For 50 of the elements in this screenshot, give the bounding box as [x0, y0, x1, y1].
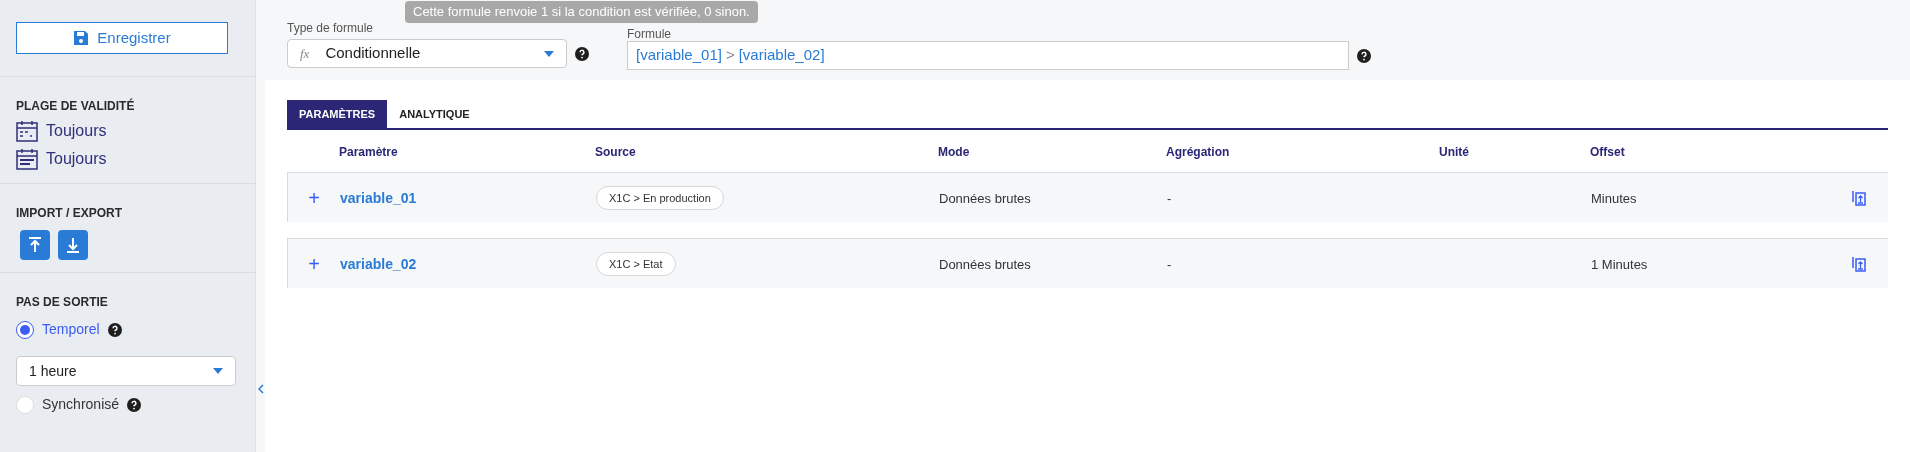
section-title: PLAGE DE VALIDITÉ — [16, 97, 136, 115]
help-icon[interactable] — [127, 397, 142, 412]
column-header: Paramètre — [339, 145, 398, 159]
column-header: Source — [595, 145, 636, 159]
copy-icon[interactable] — [1852, 189, 1866, 206]
calendar-icon — [16, 120, 38, 142]
table-cell: - — [1167, 190, 1172, 206]
table-cell: 1 Minutes — [1591, 256, 1648, 272]
source-tag: X1C > Etat — [596, 251, 676, 277]
tab[interactable]: PARAMÈTRES — [287, 100, 388, 128]
column-header: Agrégation — [1166, 145, 1230, 159]
caret-icon — [213, 368, 223, 374]
table-cell: Données brutes — [939, 256, 1031, 272]
download-icon — [66, 237, 80, 253]
radio-button[interactable] — [16, 320, 34, 339]
tab[interactable]: ANALYTIQUE — [387, 100, 482, 128]
import-button[interactable] — [20, 230, 50, 260]
expand-button[interactable]: + — [288, 182, 340, 213]
expand-button[interactable]: + — [288, 248, 340, 279]
table-cell: Minutes — [1591, 190, 1637, 206]
help-icon[interactable] — [107, 322, 122, 337]
section-title: PAS DE SORTIE — [16, 294, 109, 311]
copy-icon[interactable] — [1852, 255, 1866, 272]
tooltip: Cette formule renvoie 1 si la condition est vérifiée, 0 sinon. — [405, 1, 758, 23]
parameter-name[interactable]: variable_01 — [340, 189, 417, 206]
section-title: IMPORT / EXPORT — [16, 205, 123, 222]
interval-select[interactable]: 1 heure — [16, 356, 236, 386]
column-header: Unité — [1439, 145, 1469, 159]
table-cell: Données brutes — [939, 190, 1031, 206]
collapse-icon[interactable] — [257, 384, 264, 394]
help-icon[interactable] — [575, 46, 589, 61]
export-button[interactable] — [58, 230, 88, 260]
column-header: Mode — [938, 145, 970, 159]
validity-text: Toujours — [46, 121, 107, 141]
column-header: Offset — [1590, 145, 1625, 159]
field-label: Formule — [627, 28, 672, 40]
caret-icon — [544, 50, 554, 57]
upload-icon — [28, 237, 42, 253]
validity-text: Toujours — [46, 149, 107, 169]
radio-label: Synchronisé — [42, 395, 120, 414]
save-button[interactable]: Enregistrer — [16, 22, 228, 54]
parameter-name[interactable]: variable_02 — [340, 255, 417, 272]
formula-type-select[interactable]: fx Conditionnelle — [287, 39, 567, 68]
formula-input[interactable]: [variable_01] > [variable_02] — [627, 41, 1349, 70]
source-tag: X1C > En production — [596, 185, 724, 211]
field-label: Type de formule — [287, 22, 375, 34]
table-cell: - — [1167, 256, 1172, 272]
radio-label: Temporel — [42, 320, 100, 339]
help-icon[interactable] — [1357, 48, 1371, 63]
calendar-icon — [16, 148, 38, 170]
